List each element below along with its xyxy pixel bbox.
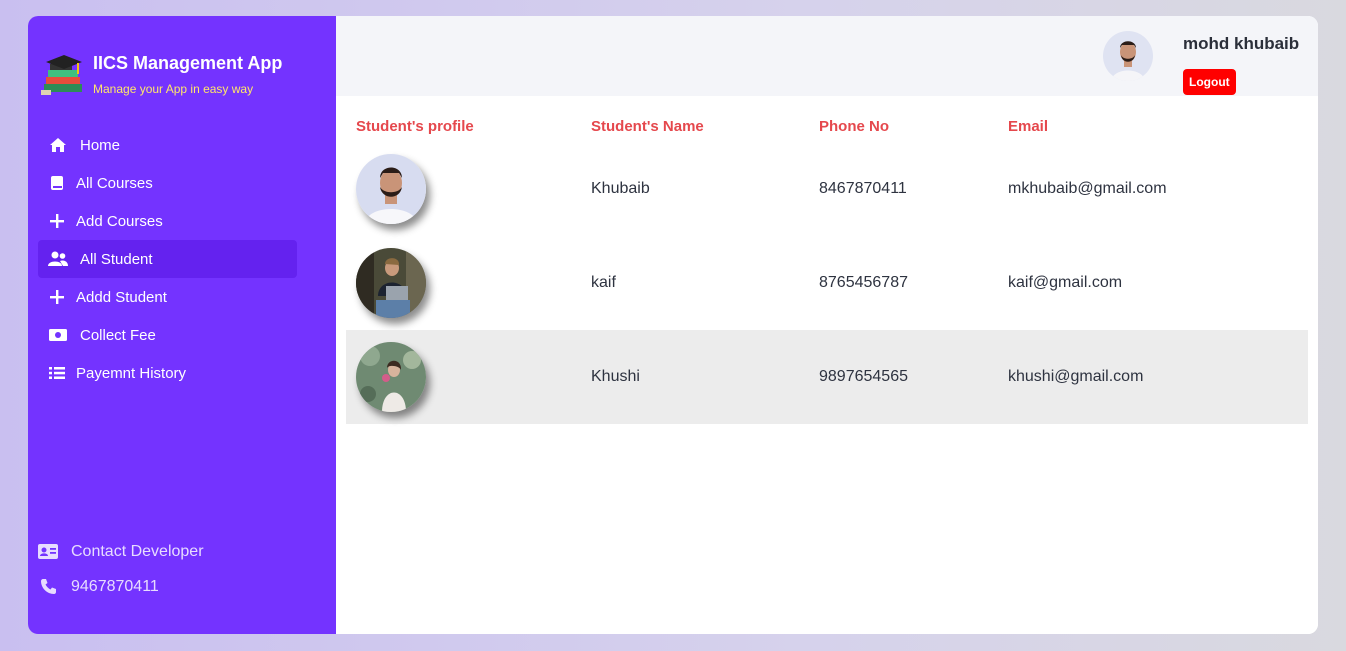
table-row[interactable]: kaif 8765456787 kaif@gmail.com (346, 236, 1308, 330)
list-icon (48, 364, 66, 382)
app-subtitle: Manage your App in easy way (93, 82, 254, 96)
sidebar-item-label: Payemnt History (76, 364, 187, 382)
sidebar-item-collect-fee[interactable]: Collect Fee (38, 316, 297, 354)
graduation-books-icon (41, 55, 82, 95)
app-window: IICS Management App Manage your App in e… (28, 16, 1318, 634)
sidebar-nav: Home All Courses Add Courses All Student (38, 126, 297, 392)
home-icon (48, 136, 68, 154)
column-header-phone[interactable]: Phone No (809, 110, 998, 142)
student-phone: 8765456787 (819, 274, 908, 291)
phone-icon (38, 577, 58, 597)
money-icon (48, 326, 68, 344)
users-icon (48, 250, 68, 268)
student-avatar[interactable] (356, 248, 426, 318)
student-name: kaif (591, 274, 616, 291)
sidebar-item-label: Add Courses (76, 212, 163, 230)
contact-section: Contact Developer 9467870411 (38, 534, 204, 604)
student-phone: 8467870411 (819, 180, 907, 197)
sidebar-item-label: Addd Student (76, 288, 167, 306)
sidebar-item-add-courses[interactable]: Add Courses (38, 202, 297, 240)
profile-cell (346, 330, 581, 424)
main-content: mohd khubaib Logout Student's profile St… (336, 16, 1318, 634)
sidebar-item-payment-history[interactable]: Payemnt History (38, 354, 297, 392)
sidebar-item-label: Home (80, 136, 121, 154)
user-name: mohd khubaib (1183, 34, 1300, 53)
table-row[interactable]: Khubaib 8467870411 mkhubaib@gmail.com (346, 142, 1308, 236)
student-avatar[interactable] (356, 342, 426, 412)
user-avatar[interactable] (1103, 31, 1153, 81)
sidebar-item-all-courses[interactable]: All Courses (38, 164, 297, 202)
student-avatar[interactable] (356, 154, 426, 224)
student-name: Khushi (581, 330, 809, 424)
profile-cell (346, 142, 581, 236)
table-header-row: Student's profile Student's Name Phone N… (346, 110, 1308, 142)
students-table: Student's profile Student's Name Phone N… (346, 110, 1308, 424)
column-header-name[interactable]: Student's Name (581, 110, 809, 142)
sidebar-item-label: All Courses (76, 174, 153, 192)
plus-icon (48, 288, 66, 306)
logout-button[interactable]: Logout (1183, 69, 1236, 95)
sidebar: IICS Management App Manage your App in e… (28, 16, 336, 634)
sidebar-item-label: Collect Fee (80, 326, 156, 344)
contact-developer[interactable]: Contact Developer (38, 534, 204, 569)
sidebar-item-home[interactable]: Home (38, 126, 297, 164)
sidebar-item-add-student[interactable]: Addd Student (38, 278, 297, 316)
brand[interactable]: IICS Management App Manage your App in e… (40, 52, 282, 98)
sidebar-item-all-student[interactable]: All Student (38, 240, 297, 278)
id-card-icon (38, 542, 58, 562)
contact-developer-label: Contact Developer (71, 542, 204, 560)
student-email: khushi@gmail.com (998, 330, 1308, 424)
book-icon (48, 174, 66, 192)
student-name: Khubaib (591, 180, 650, 197)
profile-cell (346, 236, 581, 330)
student-phone: 9897654565 (809, 330, 998, 424)
contact-phone-number: 9467870411 (71, 577, 159, 595)
table-row[interactable]: Khushi 9897654565 khushi@gmail.com (346, 330, 1308, 424)
student-email: mkhubaib@gmail.com (1008, 180, 1167, 197)
app-title: IICS Management App (93, 53, 283, 73)
contact-phone[interactable]: 9467870411 (38, 569, 204, 604)
top-bar: mohd khubaib Logout (336, 16, 1318, 96)
plus-icon (48, 212, 66, 230)
sidebar-item-label: All Student (80, 250, 153, 268)
column-header-profile[interactable]: Student's profile (346, 110, 581, 142)
column-header-email[interactable]: Email (998, 110, 1308, 142)
student-email: kaif@gmail.com (1008, 274, 1123, 291)
